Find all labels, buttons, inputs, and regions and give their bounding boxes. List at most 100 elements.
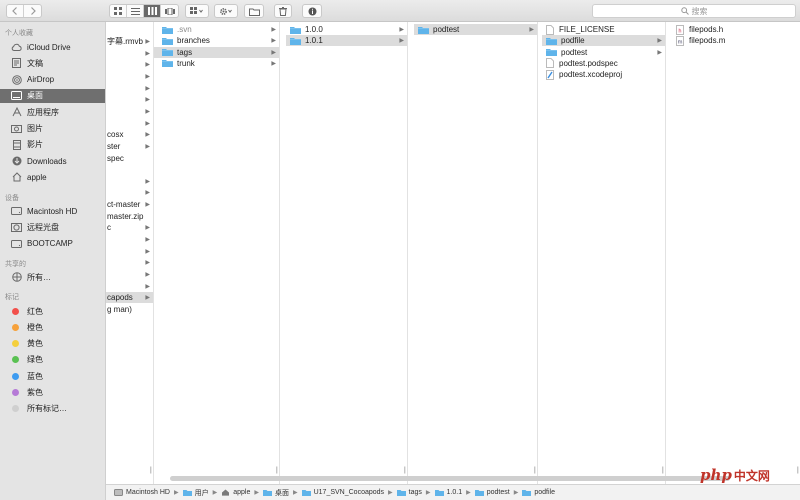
item-label: 字幕.rmvb (107, 37, 143, 46)
list-view-icon[interactable] (127, 5, 144, 17)
list-item[interactable]: ▶ (106, 118, 153, 129)
sidebar-item-fav-0[interactable]: iCloud Drive (0, 40, 105, 54)
sidebar-item-dev-0[interactable]: Macintosh HD (0, 204, 105, 218)
list-item[interactable]: podfile ▶ (542, 35, 665, 47)
sidebar-tag-4[interactable]: 蓝色 (0, 369, 105, 383)
breadcrumb-item[interactable]: U17_SVN_Cocoapods ▶ (301, 489, 397, 496)
list-item[interactable]: ▶ (106, 48, 153, 59)
list-item[interactable]: m filepods.m (670, 35, 799, 46)
group-by-button[interactable] (185, 4, 209, 18)
sidebar-item-dev-2[interactable]: BOOTCAMP (0, 237, 105, 251)
item-label: ct-master (107, 200, 141, 210)
list-item[interactable]: 1.0.0 ▶ (286, 24, 407, 35)
list-item[interactable]: ▶ (106, 257, 153, 268)
list-item[interactable]: 1.0.1 ▶ (286, 35, 407, 47)
column-resize-handle[interactable]: || (403, 467, 405, 474)
breadcrumb-item[interactable]: Macintosh HD ▶ (114, 489, 183, 496)
list-item[interactable]: podtest.xcodeproj (542, 69, 665, 80)
list-item[interactable]: ▶ (106, 246, 153, 257)
sidebar-item-fav-4[interactable]: 应用程序 (0, 105, 105, 119)
disclosure-arrow-icon: ▶ (145, 120, 150, 127)
horizontal-scrollbar[interactable] (170, 476, 730, 481)
item-label: trunk (177, 58, 195, 68)
sidebar-item-fav-7[interactable]: Downloads (0, 154, 105, 168)
breadcrumb-item[interactable]: podfile (522, 489, 555, 496)
column-resize-handle[interactable]: || (533, 467, 535, 474)
breadcrumb-separator-icon: ▶ (173, 490, 179, 496)
list-item[interactable] (106, 164, 153, 175)
list-item[interactable]: tags ▶ (154, 46, 279, 58)
breadcrumb-item[interactable]: 1.0.1 ▶ (434, 489, 475, 496)
sidebar-tag-3[interactable]: 绿色 (0, 353, 105, 367)
list-item[interactable]: podtest ▶ (414, 24, 537, 35)
list-item[interactable]: ct-master ▶ (106, 199, 153, 210)
disclosure-arrow-icon: ▶ (271, 27, 276, 33)
file-icon: m (676, 35, 689, 46)
sidebar-item-fav-2[interactable]: AirDrop (0, 73, 105, 87)
disclosure-arrow-icon: ▶ (145, 237, 150, 244)
list-item[interactable]: ▶ (106, 59, 153, 70)
folder-icon (262, 489, 275, 496)
sidebar-item-dev-1[interactable]: 远程光盘 (0, 220, 105, 234)
list-item[interactable]: h filepods.h (670, 24, 799, 35)
share-button[interactable] (244, 4, 264, 18)
breadcrumb-separator-icon: ▶ (513, 490, 519, 496)
list-item[interactable]: ▶ (106, 176, 153, 187)
chevron-right-icon[interactable] (24, 5, 41, 17)
folder-icon (522, 489, 534, 496)
action-button[interactable] (214, 4, 238, 18)
column-resize-handle[interactable]: || (275, 467, 277, 474)
list-item[interactable]: trunk ▶ (154, 58, 279, 69)
list-item[interactable]: cosx ▶ (106, 129, 153, 140)
breadcrumb-item[interactable]: 桌面 ▶ (262, 488, 302, 498)
sidebar-item-fav-5[interactable]: 图片 (0, 122, 105, 136)
list-item[interactable]: FILE_LICENSE (542, 24, 665, 35)
list-item[interactable]: 字幕.rmvb ▶ (106, 36, 153, 47)
sidebar-item-fav-8[interactable]: apple (0, 170, 105, 184)
list-item[interactable]: podtest ▶ (542, 47, 665, 58)
list-item[interactable]: branches ▶ (154, 35, 279, 46)
list-item[interactable]: .svn ▶ (154, 24, 279, 35)
list-item[interactable]: ▶ (106, 71, 153, 82)
breadcrumb-item[interactable]: 用户 ▶ (182, 488, 222, 498)
search-input[interactable]: 搜索 (592, 4, 796, 18)
sidebar-item-fav-1[interactable]: 文稿 (0, 56, 105, 70)
sidebar-tag-1[interactable]: 橙色 (0, 320, 105, 334)
list-item[interactable]: c ▶ (106, 222, 153, 233)
list-item[interactable]: ▶ (106, 281, 153, 292)
list-item[interactable]: ▶ (106, 83, 153, 94)
list-item[interactable]: ▶ (106, 94, 153, 105)
chevron-left-icon[interactable] (7, 5, 24, 17)
list-item[interactable]: g man) (106, 304, 153, 315)
sidebar-item-fav-3[interactable]: 桌面 (0, 88, 105, 103)
list-item[interactable]: capods ▶ (106, 292, 153, 304)
list-item[interactable]: ▶ (106, 106, 153, 117)
sidebar-tag-5[interactable]: 紫色 (0, 386, 105, 400)
column-resize-handle[interactable]: || (661, 467, 663, 474)
sidebar-tag-2[interactable]: 黄色 (0, 337, 105, 351)
breadcrumb-item[interactable]: apple ▶ (221, 489, 263, 496)
sidebar-tag-label: 蓝色 (27, 371, 43, 381)
sidebar-item-shared-0[interactable]: 所有… (0, 270, 105, 284)
sidebar-tag-0[interactable]: 红色 (0, 304, 105, 318)
sidebar: 个人收藏 iCloud Drive 文稿 AirDrop 桌面 应用程序 图片 影片 Downl… (0, 22, 106, 500)
sidebar-item-label: apple (27, 172, 47, 182)
column-resize-handle[interactable]: || (796, 467, 798, 474)
list-item[interactable]: ▶ (106, 269, 153, 280)
column-view-icon[interactable] (144, 5, 161, 17)
delete-button[interactable] (274, 4, 292, 18)
list-item[interactable]: ster ▶ (106, 141, 153, 152)
sidebar-tag-6[interactable]: 所有标记… (0, 402, 105, 416)
list-item[interactable]: podtest.podspec (542, 58, 665, 69)
list-item[interactable]: spec (106, 153, 153, 164)
get-info-button[interactable] (302, 4, 322, 18)
cover-flow-icon[interactable] (161, 5, 178, 17)
breadcrumb-item[interactable]: podtest ▶ (474, 489, 523, 496)
list-item[interactable]: master.zip (106, 211, 153, 222)
column-resize-handle[interactable]: || (149, 467, 151, 474)
breadcrumb-item[interactable]: tags ▶ (396, 489, 435, 496)
sidebar-item-fav-6[interactable]: 影片 (0, 138, 105, 152)
icon-view-icon[interactable] (110, 5, 127, 17)
list-item[interactable]: ▶ (106, 187, 153, 198)
list-item[interactable]: ▶ (106, 234, 153, 245)
